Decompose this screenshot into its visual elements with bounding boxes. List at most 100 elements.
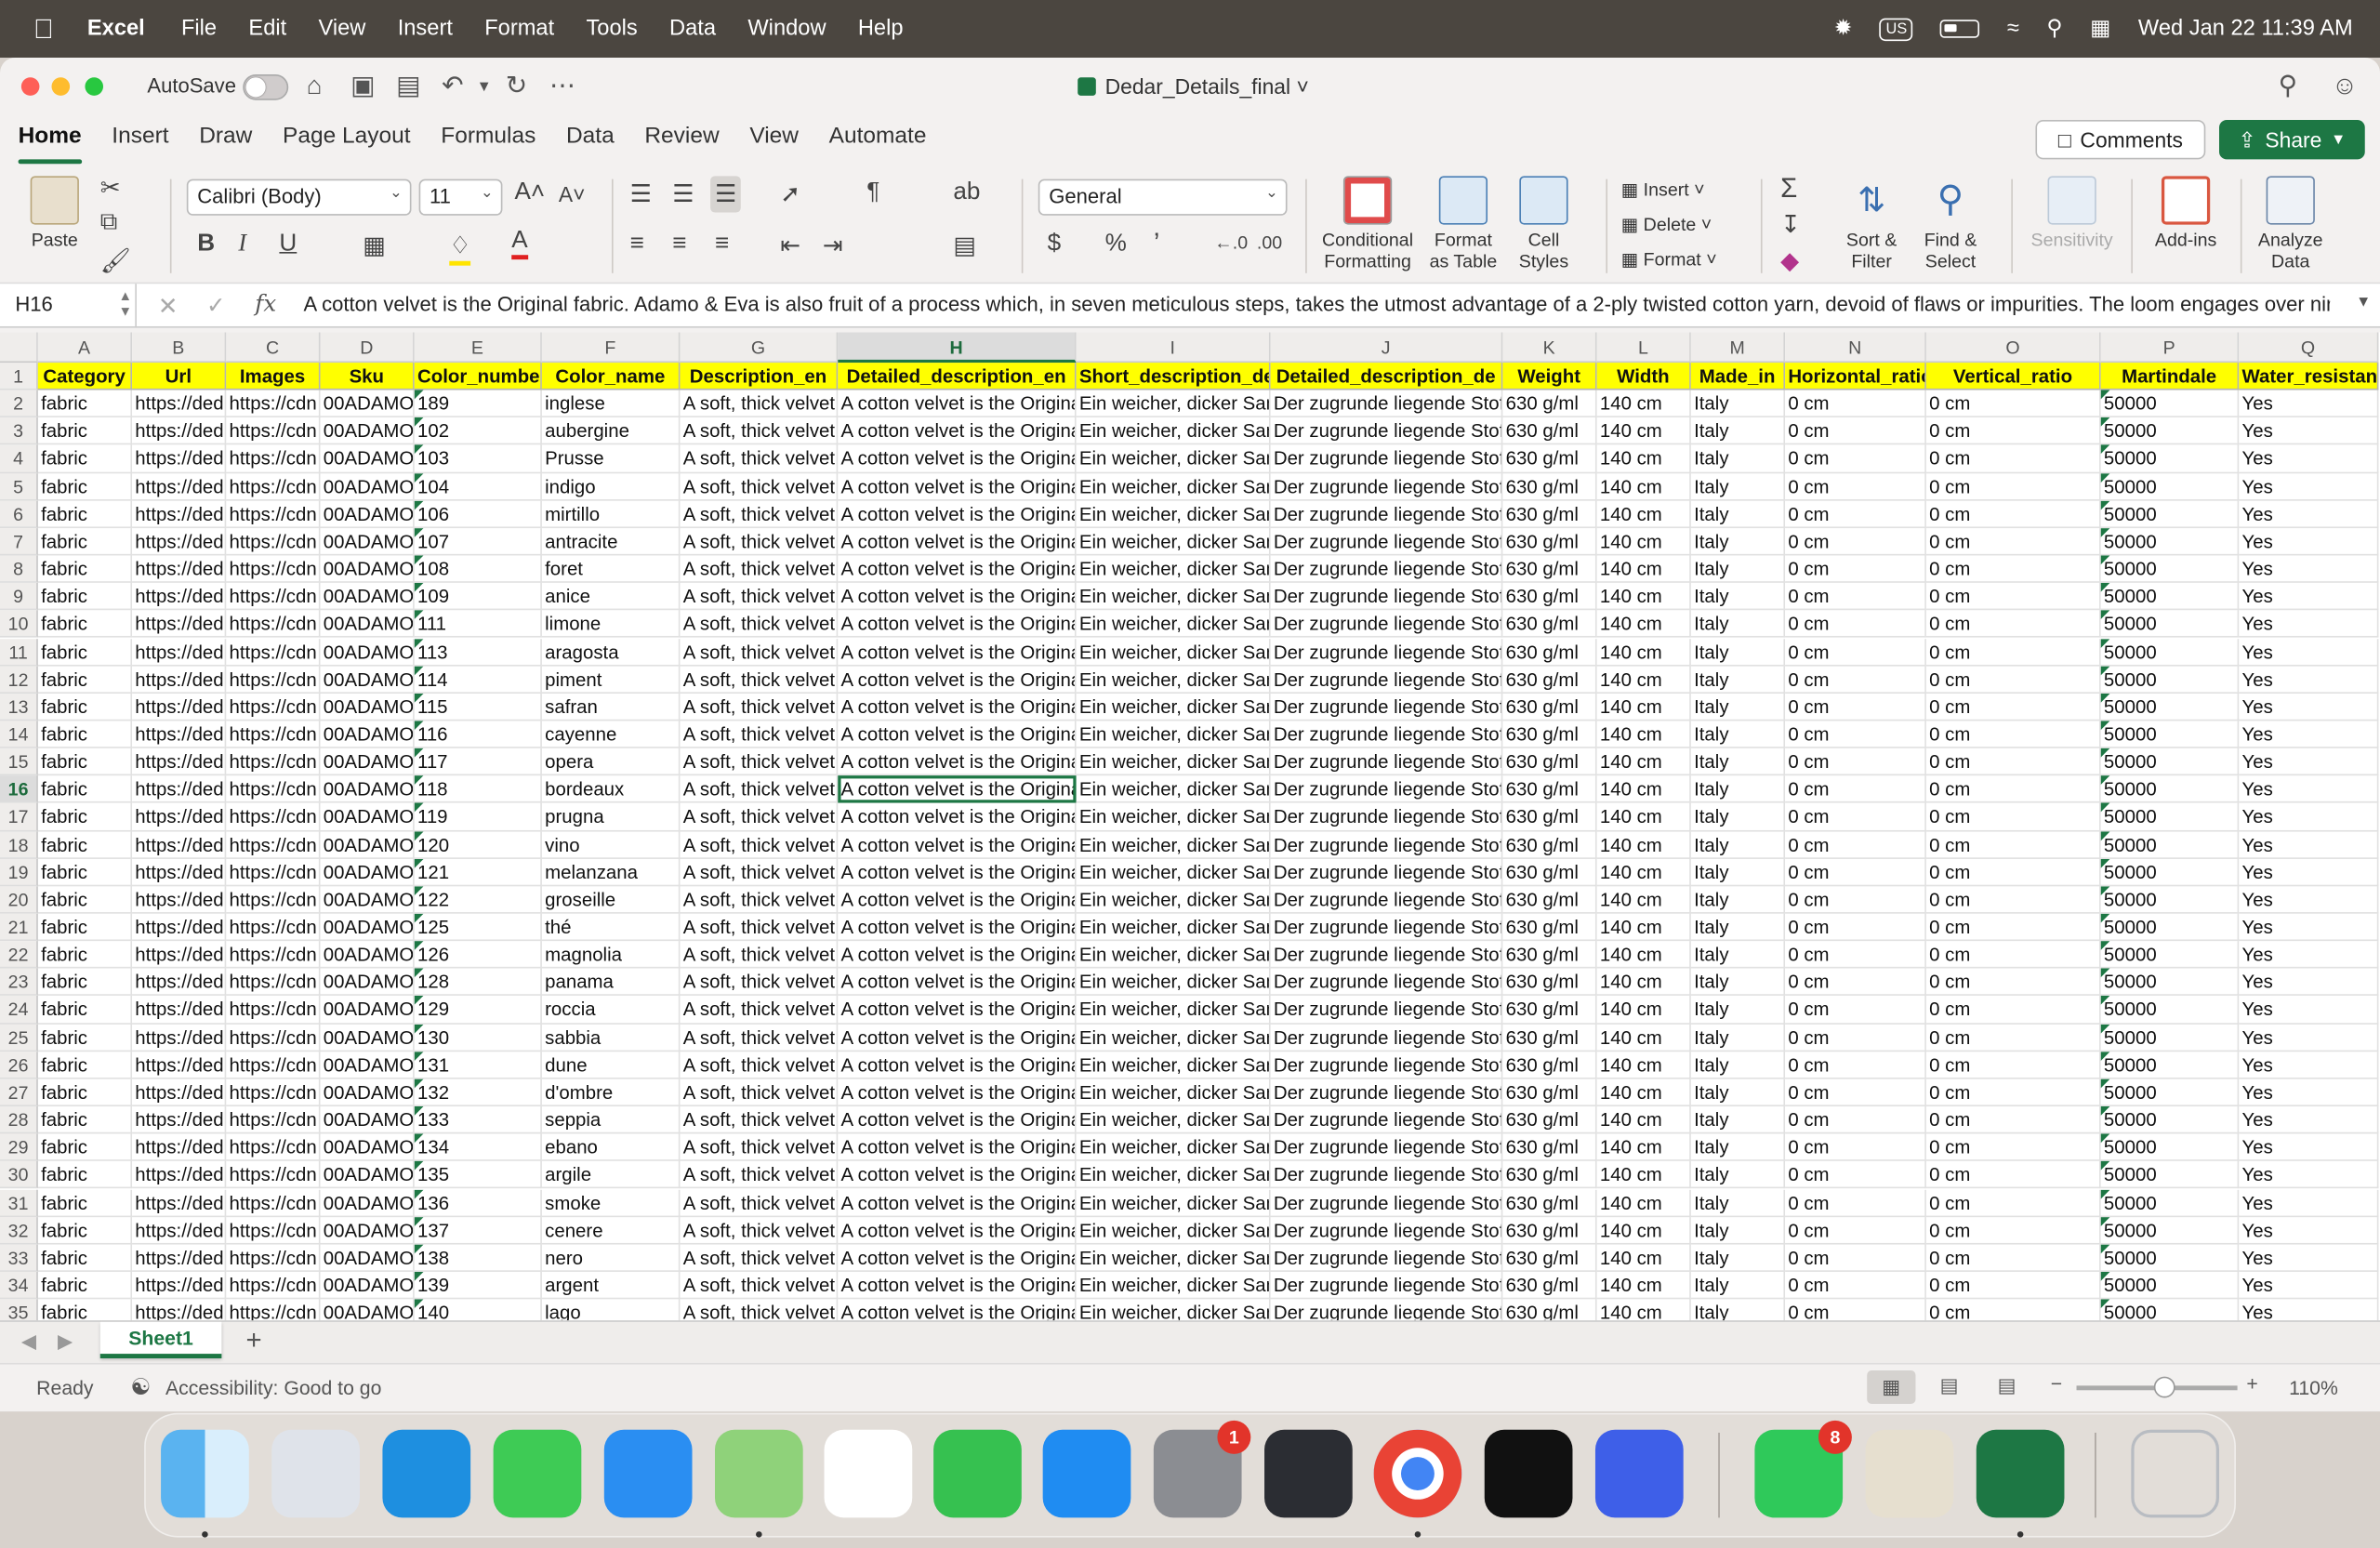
column-header-l[interactable]: L xyxy=(1596,332,1691,364)
cell[interactable]: Der zugrunde liegende Stoff xyxy=(1270,1188,1503,1217)
cell[interactable]: piment xyxy=(541,666,681,694)
column-header-e[interactable]: E xyxy=(414,332,542,364)
cell[interactable]: 140 cm xyxy=(1596,1161,1691,1189)
cell[interactable]: Ein weicher, dicker Sam xyxy=(1076,693,1271,721)
cell[interactable]: 00ADAMO_ xyxy=(320,638,415,667)
cell[interactable]: 630 g/ml xyxy=(1502,610,1597,639)
cell[interactable]: 140 cm xyxy=(1596,445,1691,473)
cell[interactable]: Yes xyxy=(2239,775,2379,804)
cell[interactable]: Yes xyxy=(2239,1188,2379,1217)
cell[interactable]: 134 xyxy=(414,1133,542,1162)
cell[interactable]: thé xyxy=(541,913,681,942)
tab-review[interactable]: Review xyxy=(644,115,719,164)
cell[interactable]: https://cdn xyxy=(226,555,321,584)
cell[interactable]: A cotton velvet is the Original xyxy=(838,1078,1077,1107)
accessibility-status[interactable]: Accessibility: Good to go xyxy=(165,1377,381,1399)
cell[interactable]: 0 cm xyxy=(1925,555,2101,584)
cell[interactable]: 630 g/ml xyxy=(1502,803,1597,831)
cell[interactable]: 0 cm xyxy=(1925,445,2101,473)
column-header-f[interactable]: F xyxy=(541,332,681,364)
cell[interactable]: 0 cm xyxy=(1785,638,1926,667)
cell[interactable]: A soft, thick velvet ( xyxy=(680,1216,839,1245)
cell[interactable]: anice xyxy=(541,583,681,611)
cell[interactable]: 630 g/ml xyxy=(1502,1133,1597,1162)
cell[interactable]: 140 cm xyxy=(1596,1216,1691,1245)
cell[interactable]: Yes xyxy=(2239,721,2379,748)
cell[interactable]: 0 cm xyxy=(1785,721,1926,748)
cell[interactable]: 118 xyxy=(414,775,542,804)
column-title-cell[interactable]: Color_name xyxy=(541,363,681,390)
cell[interactable]: fabric xyxy=(37,666,133,694)
wrap-text-icon[interactable]: ab xyxy=(953,179,980,206)
cell[interactable]: 0 cm xyxy=(1925,1106,2101,1134)
cell[interactable]: 50000 xyxy=(2100,830,2240,859)
search-icon[interactable]: ⚲ xyxy=(2279,72,2297,102)
cell[interactable]: https://cdn xyxy=(226,472,321,501)
cell[interactable]: 140 cm xyxy=(1596,527,1691,556)
python-icon[interactable] xyxy=(1865,1429,1954,1518)
cell[interactable]: A soft, thick velvet ( xyxy=(680,417,839,446)
cell[interactable]: Italy xyxy=(1690,775,1786,804)
cell[interactable]: 0 cm xyxy=(1925,1161,2101,1189)
cell[interactable]: A soft, thick velvet ( xyxy=(680,1161,839,1189)
cell[interactable]: Italy xyxy=(1690,1216,1786,1245)
align-center-icon[interactable]: ≡ xyxy=(672,231,686,258)
cell[interactable]: Der zugrunde liegende Stoff xyxy=(1270,1051,1503,1079)
cell[interactable]: Ein weicher, dicker Sam xyxy=(1076,500,1271,528)
cell[interactable]: Yes xyxy=(2239,527,2379,556)
formula-input[interactable]: A cotton velvet is the Original fabric. … xyxy=(304,293,2331,315)
cell[interactable]: fabric xyxy=(37,527,133,556)
cell[interactable]: nero xyxy=(541,1244,681,1272)
tab-insert[interactable]: Insert xyxy=(112,115,168,164)
cell[interactable]: Yes xyxy=(2239,858,2379,887)
cell[interactable]: 189 xyxy=(414,390,542,418)
row-header[interactable]: 4 xyxy=(0,445,38,473)
cell[interactable]: 0 cm xyxy=(1785,830,1926,859)
cell[interactable]: 00ADAMO_ xyxy=(320,1216,415,1245)
cell[interactable]: Ein weicher, dicker Sam xyxy=(1076,555,1271,584)
cell[interactable]: A cotton velvet is the Original xyxy=(838,748,1077,776)
cell[interactable]: 0 cm xyxy=(1785,1106,1926,1134)
cell[interactable]: 0 cm xyxy=(1925,472,2101,501)
cell[interactable]: A soft, thick velvet ( xyxy=(680,638,839,667)
cell[interactable]: 630 g/ml xyxy=(1502,1078,1597,1107)
cell[interactable]: Yes xyxy=(2239,417,2379,446)
cell[interactable]: A soft, thick velvet ( xyxy=(680,803,839,831)
cell[interactable]: https://ded xyxy=(132,775,227,804)
cell[interactable]: A soft, thick velvet ( xyxy=(680,1244,839,1272)
autosum-icon[interactable]: Σ xyxy=(1780,173,1797,205)
cell[interactable]: 140 cm xyxy=(1596,803,1691,831)
cell[interactable]: Der zugrunde liegende Stoff xyxy=(1270,941,1503,969)
cell[interactable]: fabric xyxy=(37,830,133,859)
cell[interactable]: https://ded xyxy=(132,830,227,859)
cell[interactable]: https://cdn xyxy=(226,1133,321,1162)
cell[interactable]: 630 g/ml xyxy=(1502,913,1597,942)
column-title-cell[interactable]: Url xyxy=(132,363,227,390)
undo-icon[interactable]: ↶ xyxy=(442,72,463,102)
cell[interactable]: https://cdn xyxy=(226,941,321,969)
cell[interactable]: 50000 xyxy=(2100,417,2240,446)
cell[interactable]: 630 g/ml xyxy=(1502,1244,1597,1272)
normal-view-icon[interactable]: ▦ xyxy=(1867,1370,1916,1404)
cell[interactable]: Der zugrunde liegende Stoff xyxy=(1270,721,1503,748)
cell[interactable]: 00ADAMO_ xyxy=(320,721,415,748)
cell[interactable]: 0 cm xyxy=(1785,500,1926,528)
cell[interactable]: Der zugrunde liegende Stoff xyxy=(1270,693,1503,721)
cell[interactable]: Ein weicher, dicker Sam xyxy=(1076,666,1271,694)
cell[interactable]: 00ADAMO_ xyxy=(320,472,415,501)
cell[interactable]: 0 cm xyxy=(1925,996,2101,1025)
wifi-icon[interactable]: ≈ xyxy=(2007,17,2019,41)
row-header[interactable]: 22 xyxy=(0,941,38,969)
cell[interactable]: Yes xyxy=(2239,610,2379,639)
cell[interactable]: A soft, thick velvet ( xyxy=(680,830,839,859)
cell[interactable]: limone xyxy=(541,610,681,639)
column-header-k[interactable]: K xyxy=(1502,332,1597,364)
cell[interactable]: Italy xyxy=(1690,858,1786,887)
cell[interactable]: https://cdn xyxy=(226,417,321,446)
cell[interactable]: 630 g/ml xyxy=(1502,527,1597,556)
cell[interactable]: https://ded xyxy=(132,666,227,694)
finder-icon[interactable] xyxy=(161,1429,249,1518)
cell[interactable]: 630 g/ml xyxy=(1502,830,1597,859)
cell[interactable]: 50000 xyxy=(2100,693,2240,721)
maps-icon[interactable] xyxy=(715,1429,803,1518)
